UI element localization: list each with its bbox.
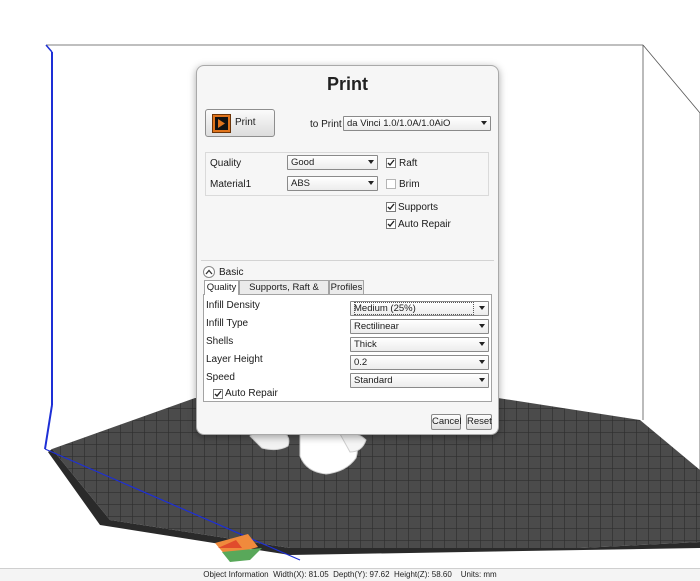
play-icon	[212, 114, 231, 133]
to-print-label: to Print	[310, 119, 342, 130]
raft-label: Raft	[399, 158, 418, 169]
infill-density-value: Medium (25%)	[354, 302, 474, 315]
layer-height-label: Layer Height	[206, 354, 263, 365]
tab-supports-raft-brim[interactable]: Supports, Raft & Brim	[239, 280, 329, 306]
settings-auto-repair-label: Auto Repair	[225, 388, 278, 399]
infill-type-select[interactable]: Rectilinear	[350, 319, 489, 334]
brim-label: Brim	[399, 179, 420, 190]
tab-quality[interactable]: Quality	[204, 280, 239, 295]
printer-value: da Vinci 1.0/1.0A/1.0AiO	[347, 118, 451, 129]
infill-density-select[interactable]: Medium (25%)	[350, 301, 489, 316]
tab-profiles[interactable]: Profiles	[329, 280, 364, 294]
infill-type-value: Rectilinear	[354, 321, 399, 332]
material-value: ABS	[291, 178, 311, 189]
top-right-edge	[642, 44, 700, 114]
chevron-up-icon	[205, 269, 213, 275]
chevron-down-icon	[368, 181, 374, 185]
quality-label: Quality	[210, 158, 242, 169]
layer-height-select[interactable]: 0.2	[350, 355, 489, 370]
section-divider	[201, 260, 494, 261]
chevron-down-icon	[481, 121, 487, 125]
checkmark-icon	[387, 203, 395, 211]
chevron-down-icon	[479, 360, 485, 364]
status-bar: Object Information Width(X): 81.05 Depth…	[0, 568, 700, 581]
checkmark-icon	[387, 220, 395, 228]
chevron-down-icon	[479, 378, 485, 382]
printer-select[interactable]: da Vinci 1.0/1.0A/1.0AiO	[343, 116, 491, 131]
raft-checkbox[interactable]	[386, 158, 396, 168]
print-dialog: Print Print to Print da Vinci 1.0/1.0A/1…	[196, 65, 499, 435]
top-front-edge	[45, 44, 53, 53]
layer-height-value: 0.2	[354, 357, 368, 368]
dialog-title: Print	[326, 74, 368, 94]
quality-value: Good	[291, 157, 315, 168]
shells-value: Thick	[354, 339, 377, 350]
reset-button[interactable]: Reset	[466, 414, 492, 430]
shells-select[interactable]: Thick	[350, 337, 489, 352]
basic-label: Basic	[219, 267, 244, 278]
chevron-down-icon	[479, 324, 485, 328]
checkmark-icon	[214, 390, 222, 398]
auto-repair-checkbox[interactable]	[386, 219, 396, 229]
x-axis-edge-left	[44, 404, 53, 450]
object-information-text: Object Information Width(X): 81.05 Depth…	[203, 570, 497, 579]
brim-checkbox[interactable]	[386, 179, 396, 189]
infill-density-label: Infill Density	[206, 300, 260, 311]
material-label: Material1	[210, 179, 252, 190]
quality-select[interactable]: Good	[287, 155, 378, 170]
checkmark-icon	[387, 159, 395, 167]
chevron-down-icon	[479, 306, 485, 310]
supports-checkbox[interactable]	[386, 202, 396, 212]
speed-label: Speed	[206, 372, 235, 383]
cancel-button[interactable]: Cancel	[431, 414, 462, 430]
material-select[interactable]: ABS	[287, 176, 378, 191]
speed-select[interactable]: Standard	[350, 373, 489, 388]
chevron-down-icon	[479, 342, 485, 346]
print-button[interactable]: Print	[205, 109, 275, 137]
shells-label: Shells	[206, 336, 234, 347]
settings-auto-repair-checkbox[interactable]	[213, 389, 223, 399]
auto-repair-label: Auto Repair	[398, 219, 451, 230]
infill-type-label: Infill Type	[206, 318, 249, 329]
print-button-label: Print	[235, 117, 256, 128]
chevron-down-icon	[368, 160, 374, 164]
quality-tab-panel: Infill Density Medium (25%) Infill Type …	[203, 294, 492, 402]
supports-label: Supports	[398, 202, 439, 213]
speed-value: Standard	[354, 375, 393, 386]
basic-collapse-toggle[interactable]	[203, 266, 215, 278]
